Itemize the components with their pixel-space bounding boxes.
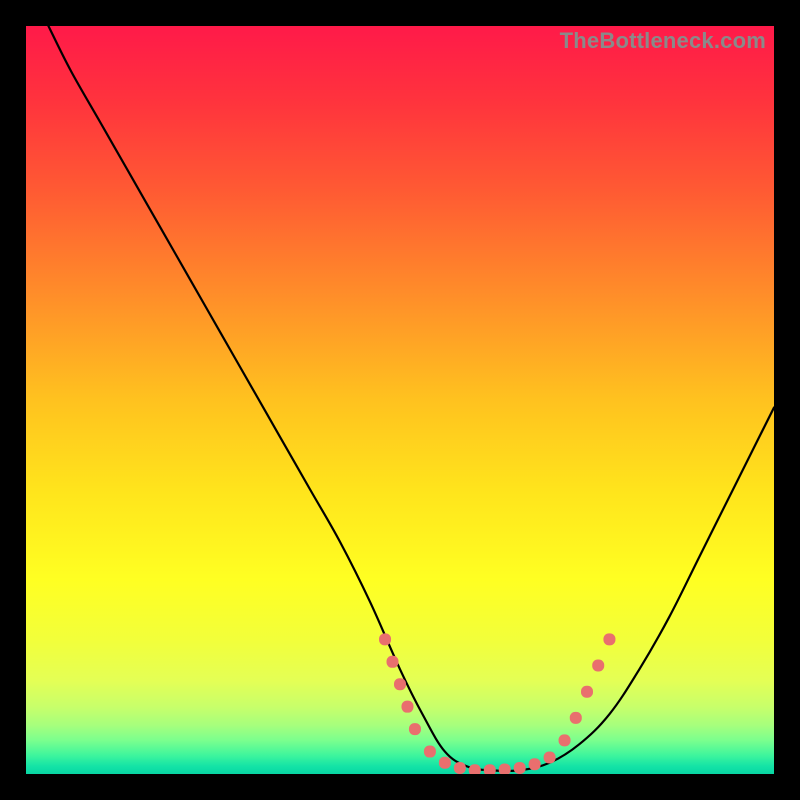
highlight-dot [401,701,413,713]
highlight-dot [387,656,399,668]
highlight-dot [394,678,406,690]
highlight-dot [484,764,496,774]
highlight-dot [454,762,466,774]
highlight-dot [514,762,526,774]
chart-frame: TheBottleneck.com [26,26,774,774]
highlight-dot [529,758,541,770]
highlight-dot [409,723,421,735]
highlight-dot [499,764,511,774]
highlight-dot [544,752,556,764]
bottleneck-chart [26,26,774,774]
highlight-dot [592,660,604,672]
gradient-background [26,26,774,774]
watermark-label: TheBottleneck.com [560,28,766,54]
highlight-dot [439,757,451,769]
highlight-dot [424,746,436,758]
highlight-dot [570,712,582,724]
highlight-dot [581,686,593,698]
highlight-dot [379,633,391,645]
highlight-dot [559,734,571,746]
highlight-dot [469,764,481,774]
highlight-dot [603,633,615,645]
